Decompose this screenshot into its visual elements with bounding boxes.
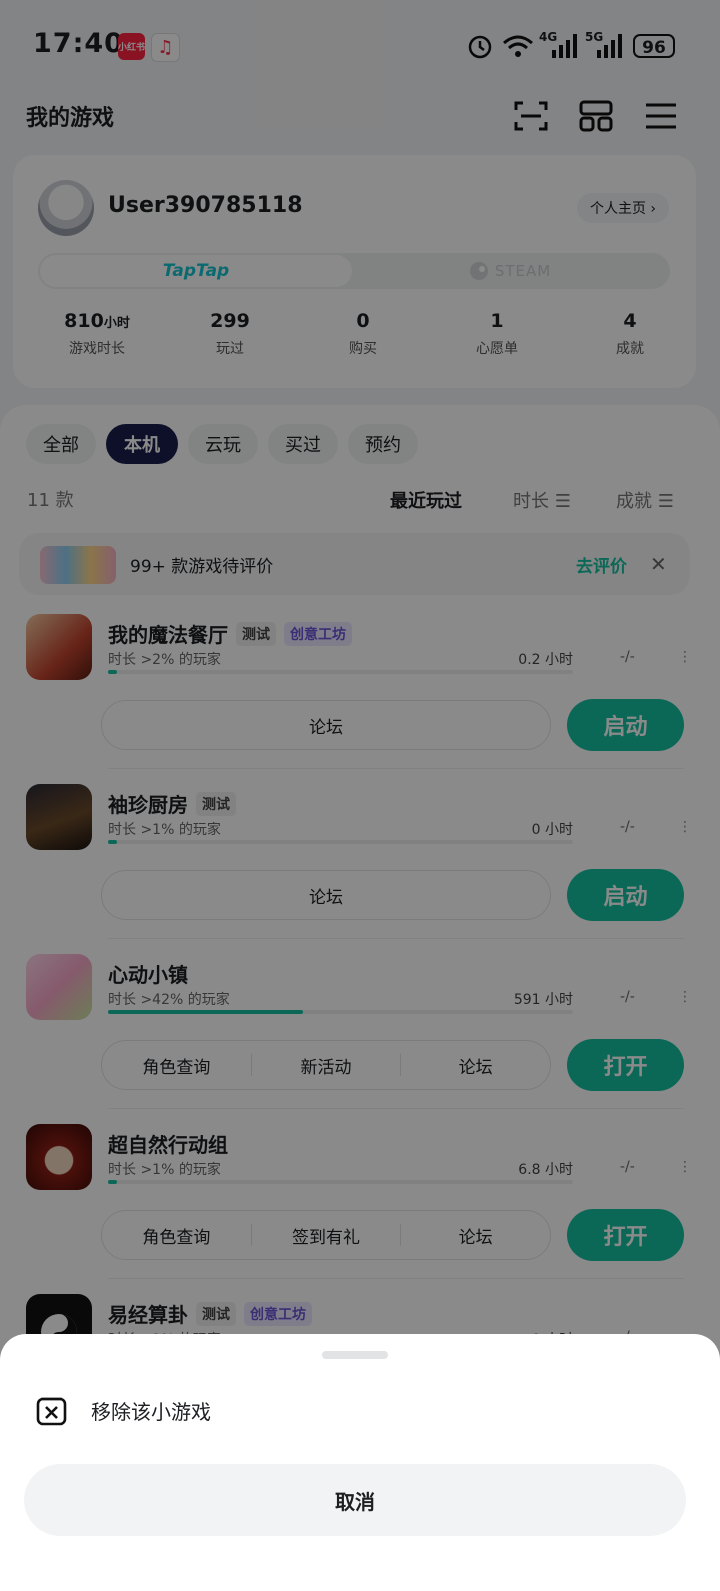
- remove-game-icon[interactable]: [36, 1395, 67, 1426]
- cancel-button[interactable]: 取消: [24, 1464, 686, 1536]
- remove-mini-game-option[interactable]: 移除该小游戏: [91, 1396, 211, 1425]
- action-sheet: [0, 1334, 720, 1591]
- sheet-drag-handle[interactable]: [322, 1351, 388, 1359]
